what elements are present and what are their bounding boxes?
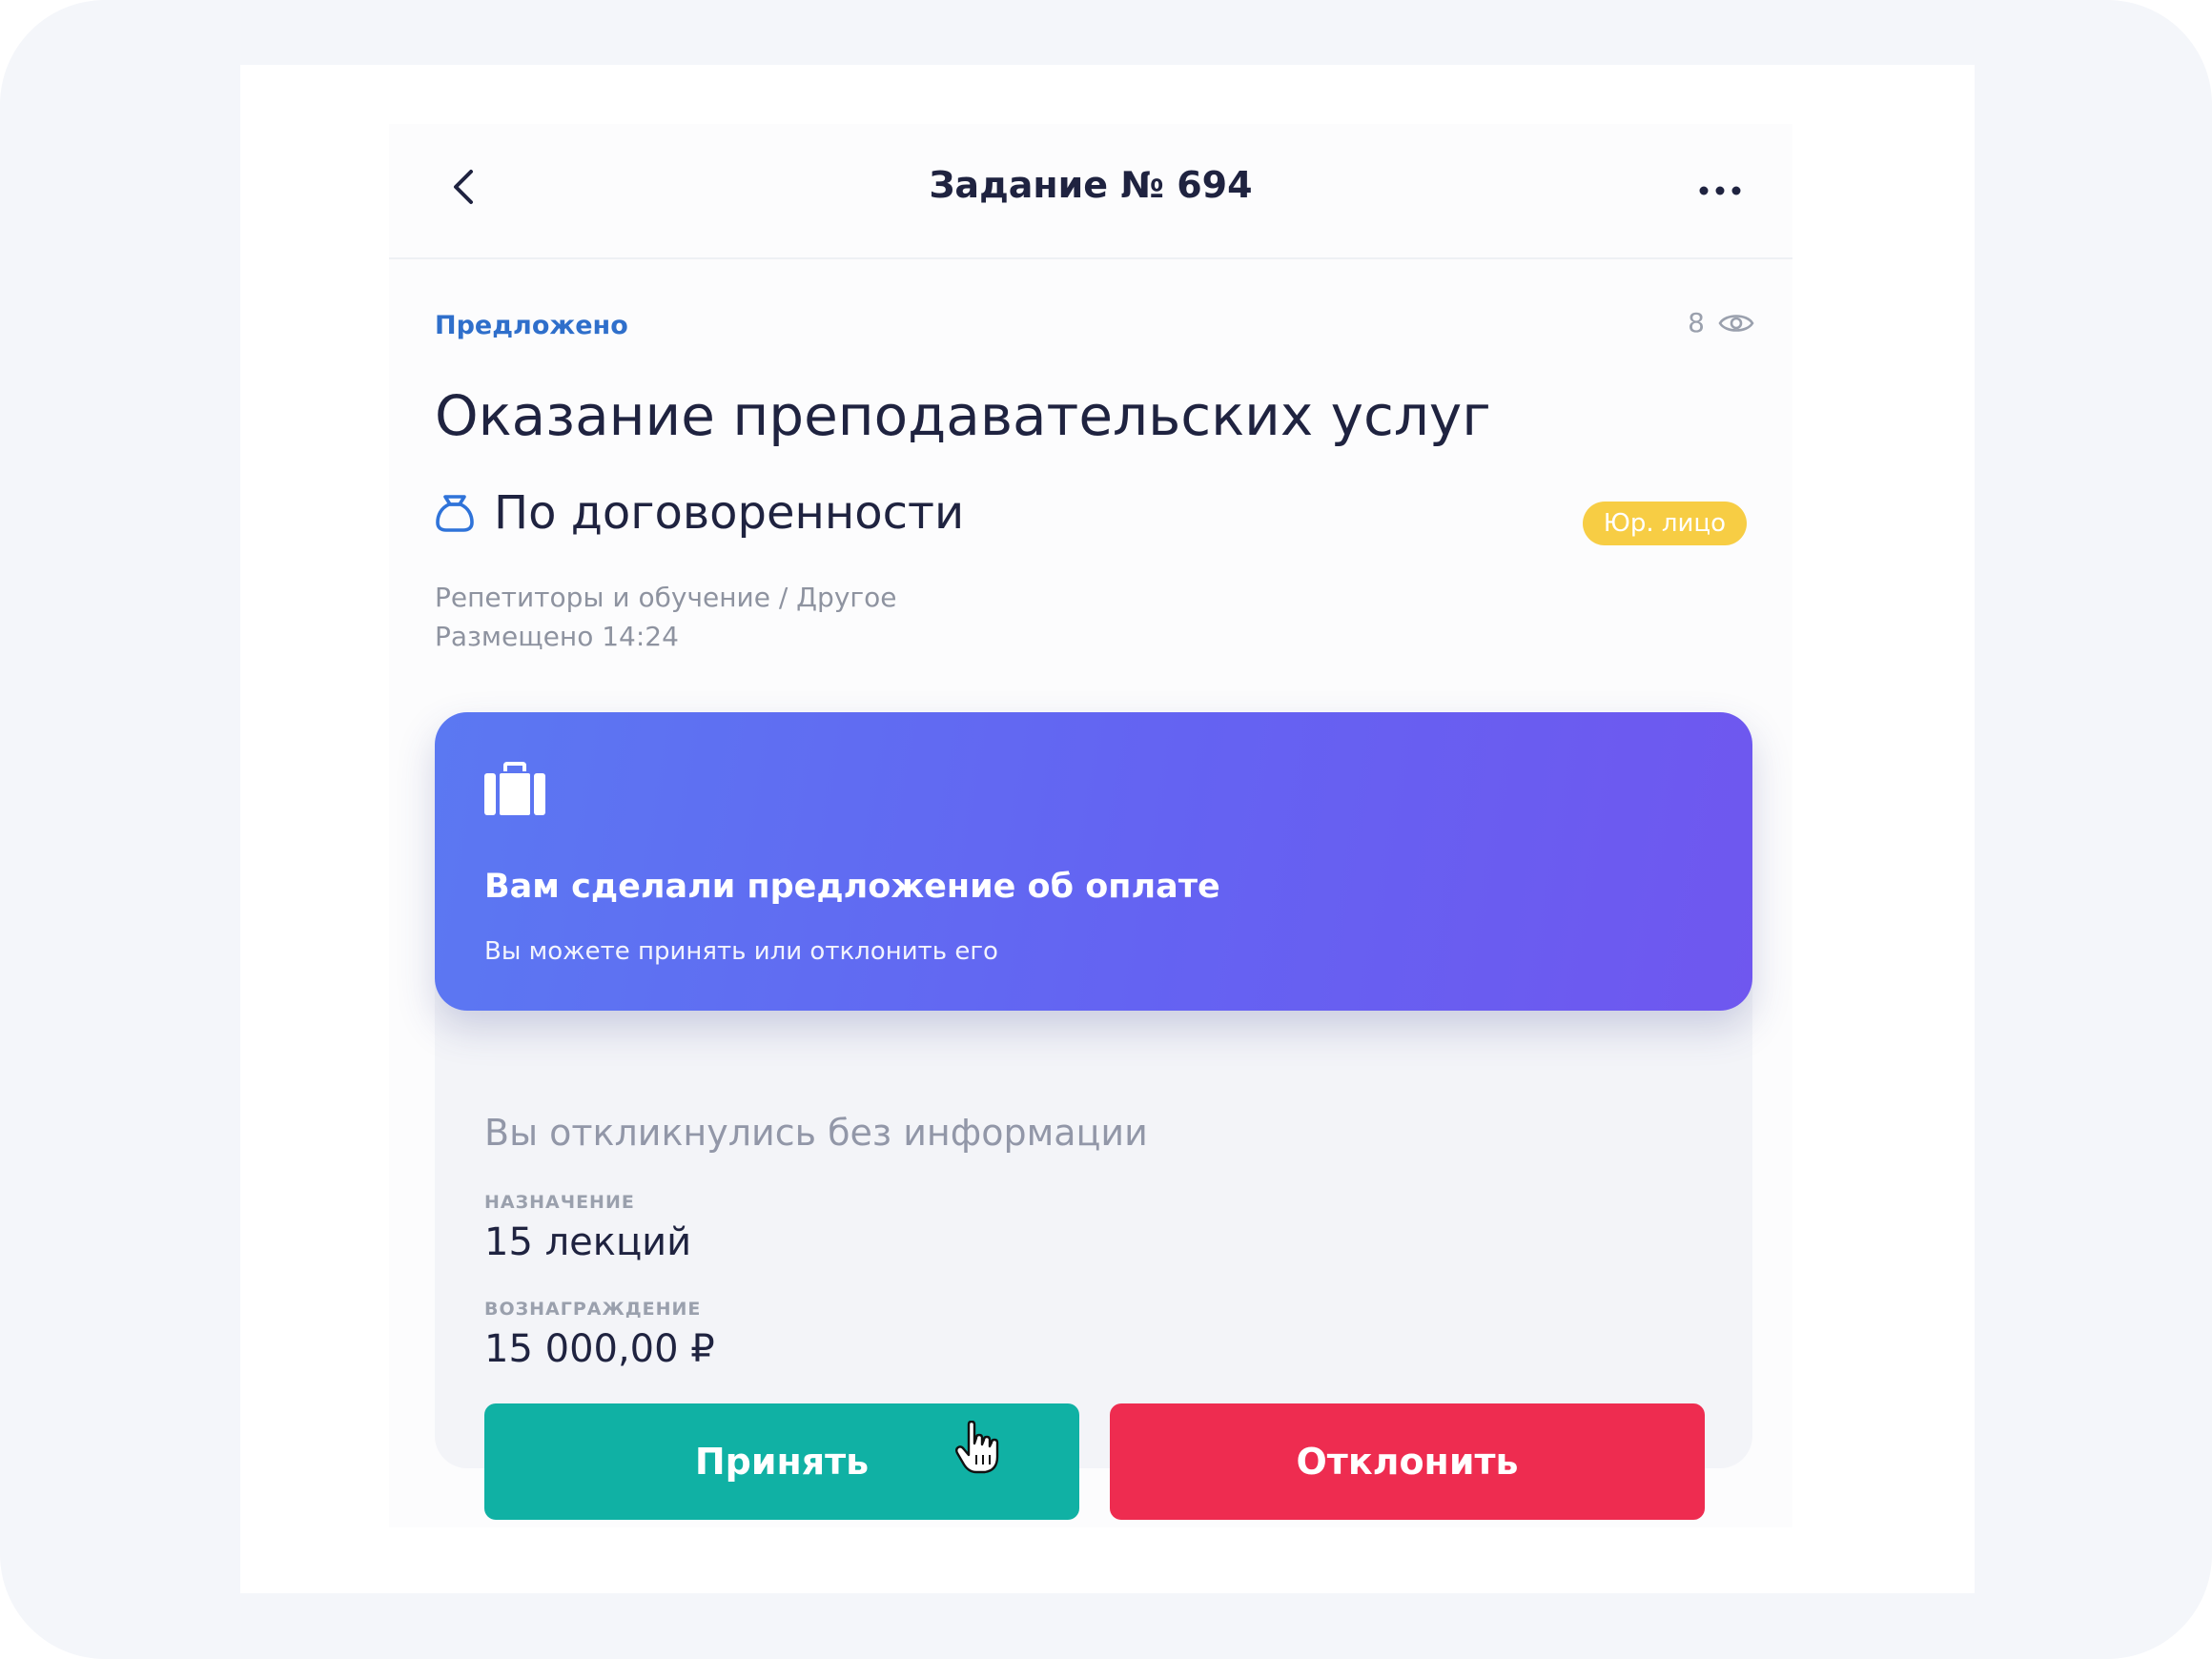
purpose-value: 15 лекций — [484, 1220, 692, 1264]
more-button[interactable] — [1691, 164, 1749, 217]
page-title: Задание № 694 — [929, 164, 1253, 206]
legal-entity-badge: Юр. лицо — [1582, 502, 1747, 545]
payment-offer-card: Вам сделали предложение об оплате Вы мож… — [435, 712, 1752, 1011]
posted-time: Размещено 14:24 — [435, 621, 679, 652]
app-screen: Задание № 694 Предложено 8 Оказание преп… — [240, 65, 1975, 1593]
task-title: Оказание преподавательских услуг — [435, 383, 1491, 448]
more-horizontal-icon — [1699, 186, 1741, 195]
category-breadcrumb: Репетиторы и обучение / Другое — [435, 582, 897, 613]
reject-button[interactable]: Отклонить — [1110, 1403, 1705, 1520]
navbar: Задание № 694 — [389, 124, 1792, 259]
price-text: По договоренности — [494, 486, 965, 540]
views-count: 8 — [1688, 307, 1705, 338]
views-counter: 8 — [1688, 307, 1754, 338]
response-note: Вы откликнулись без информации — [484, 1112, 1148, 1154]
money-bag-icon — [436, 495, 474, 532]
status-label: Предложено — [435, 311, 628, 340]
offer-subtitle: Вы можете принять или отклонить его — [484, 937, 998, 966]
task-detail-page: Задание № 694 Предложено 8 Оказание преп… — [389, 124, 1792, 1527]
hand-cursor-icon — [955, 1421, 999, 1474]
price-row: По договоренности — [435, 486, 964, 540]
briefcase-icon — [484, 762, 545, 815]
eye-icon — [1718, 314, 1754, 332]
reward-label: ВОЗНАГРАЖДЕНИЕ — [484, 1299, 702, 1320]
purpose-label: НАЗНАЧЕНИЕ — [484, 1192, 635, 1213]
offer-title: Вам сделали предложение об оплате — [484, 868, 1220, 906]
reward-value: 15 000,00 ₽ — [484, 1327, 715, 1371]
